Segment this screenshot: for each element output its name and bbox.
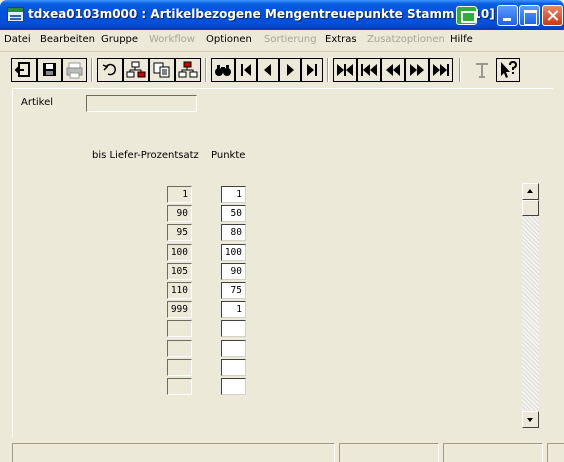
first-set-icon bbox=[337, 64, 353, 76]
points-field[interactable] bbox=[221, 320, 246, 337]
save-icon bbox=[43, 63, 56, 76]
menu-extras[interactable]: Extras bbox=[325, 34, 357, 45]
print-icon bbox=[66, 62, 83, 79]
percent-field[interactable] bbox=[167, 359, 192, 376]
percent-field[interactable]: 1 bbox=[167, 186, 192, 203]
status-bar bbox=[0, 440, 564, 462]
previous-record-button[interactable] bbox=[257, 58, 279, 82]
toolbar bbox=[0, 52, 564, 87]
percent-field[interactable] bbox=[167, 378, 192, 395]
menu-bar: Datei Bearbeiten Gruppe Workflow Optione… bbox=[0, 30, 564, 52]
percent-field[interactable]: 110 bbox=[167, 282, 192, 299]
points-field[interactable]: 75 bbox=[221, 282, 246, 299]
menu-gruppe[interactable]: Gruppe bbox=[101, 34, 138, 45]
percent-column-header: bis Liefer-Prozentsatz bbox=[92, 150, 199, 161]
last-set-icon bbox=[433, 64, 449, 76]
points-field[interactable]: 100 bbox=[221, 244, 246, 261]
percent-field[interactable]: 95 bbox=[167, 224, 192, 241]
toolbar-separator bbox=[459, 58, 461, 82]
menu-optionen[interactable]: Optionen bbox=[206, 34, 252, 45]
points-field[interactable] bbox=[221, 359, 246, 376]
percent-field[interactable] bbox=[167, 340, 192, 357]
first-record-icon bbox=[241, 64, 251, 76]
points-field[interactable]: 80 bbox=[221, 224, 246, 241]
points-column-header: Punkte bbox=[211, 150, 246, 161]
undo-icon bbox=[102, 63, 117, 76]
delete-record-icon bbox=[178, 61, 198, 78]
maximize-button[interactable] bbox=[519, 5, 540, 26]
menu-bearbeiten[interactable]: Bearbeiten bbox=[40, 34, 95, 45]
menu-workflow[interactable]: Workflow bbox=[149, 34, 195, 45]
print-button[interactable] bbox=[62, 58, 87, 82]
percent-field[interactable]: 999 bbox=[167, 301, 192, 318]
save-button[interactable] bbox=[37, 58, 62, 82]
arrow-up-icon bbox=[527, 189, 533, 193]
insert-record-button[interactable] bbox=[123, 58, 149, 82]
menu-datei[interactable]: Datei bbox=[4, 34, 31, 45]
form-area: Artikel bis Liefer-Prozentsatz Punkte 11… bbox=[12, 88, 553, 437]
context-help-button[interactable] bbox=[496, 58, 520, 82]
copy-record-button[interactable] bbox=[149, 58, 175, 82]
previous-record-icon bbox=[264, 64, 271, 76]
exit-button[interactable] bbox=[11, 58, 37, 82]
window-title: tdxea0103m000 : Artikelbezogene Mengentr… bbox=[28, 7, 495, 21]
page-forward-icon bbox=[410, 64, 424, 76]
status-cell-4 bbox=[547, 443, 564, 462]
scroll-down-button[interactable] bbox=[522, 411, 539, 428]
points-field[interactable] bbox=[221, 378, 246, 395]
next-record-icon bbox=[287, 64, 294, 76]
last-set-button[interactable] bbox=[429, 58, 453, 82]
minimize-button[interactable] bbox=[497, 5, 518, 26]
page-back-icon bbox=[386, 64, 400, 76]
scroll-thumb[interactable] bbox=[522, 200, 539, 216]
text-button[interactable] bbox=[470, 58, 494, 82]
delete-record-button[interactable] bbox=[175, 58, 201, 82]
close-button[interactable] bbox=[542, 5, 563, 26]
app-icon[interactable] bbox=[7, 7, 24, 22]
status-cell-3 bbox=[443, 443, 543, 462]
points-field[interactable] bbox=[221, 340, 246, 357]
artikel-label: Artikel bbox=[21, 97, 54, 108]
points-field[interactable]: 90 bbox=[221, 263, 246, 280]
status-cell-main bbox=[12, 443, 335, 462]
last-record-button[interactable] bbox=[301, 58, 323, 82]
find-button[interactable] bbox=[211, 58, 235, 82]
artikel-field[interactable] bbox=[86, 95, 197, 112]
status-cell-2 bbox=[339, 443, 439, 462]
page-forward-button[interactable] bbox=[405, 58, 429, 82]
percent-field[interactable] bbox=[167, 320, 192, 337]
next-record-button[interactable] bbox=[279, 58, 301, 82]
points-field[interactable]: 1 bbox=[221, 186, 246, 203]
undo-button[interactable] bbox=[97, 58, 123, 82]
percent-field[interactable]: 105 bbox=[167, 263, 192, 280]
percent-field[interactable]: 90 bbox=[167, 205, 192, 222]
first-set-button[interactable] bbox=[333, 58, 357, 82]
scroll-up-button[interactable] bbox=[522, 183, 539, 200]
arrow-down-icon bbox=[527, 418, 533, 422]
copy-record-icon bbox=[153, 62, 170, 78]
title-bar[interactable]: tdxea0103m000 : Artikelbezogene Mengentr… bbox=[0, 0, 564, 30]
menu-zusatzoptionen[interactable]: Zusatzoptionen bbox=[367, 34, 445, 45]
toolbar-separator bbox=[327, 58, 329, 82]
toolbar-separator bbox=[205, 58, 207, 82]
previous-set-button[interactable] bbox=[357, 58, 381, 82]
menu-sortierung[interactable]: Sortierung bbox=[264, 34, 317, 45]
previous-set-icon bbox=[361, 64, 377, 76]
points-field[interactable]: 50 bbox=[221, 205, 246, 222]
vertical-scrollbar[interactable] bbox=[522, 183, 539, 428]
toolbar-separator bbox=[91, 58, 93, 82]
first-record-button[interactable] bbox=[235, 58, 257, 82]
last-record-icon bbox=[307, 64, 317, 76]
page-back-button[interactable] bbox=[381, 58, 405, 82]
points-field[interactable]: 1 bbox=[221, 301, 246, 318]
text-icon bbox=[476, 63, 488, 78]
print-icon[interactable] bbox=[456, 6, 477, 25]
insert-record-icon bbox=[126, 61, 146, 78]
percent-field[interactable]: 100 bbox=[167, 244, 192, 261]
menu-hilfe[interactable]: Hilfe bbox=[450, 34, 473, 45]
close-icon bbox=[543, 6, 562, 25]
context-help-icon bbox=[501, 60, 518, 78]
exit-icon bbox=[14, 62, 30, 77]
find-icon bbox=[215, 65, 231, 76]
